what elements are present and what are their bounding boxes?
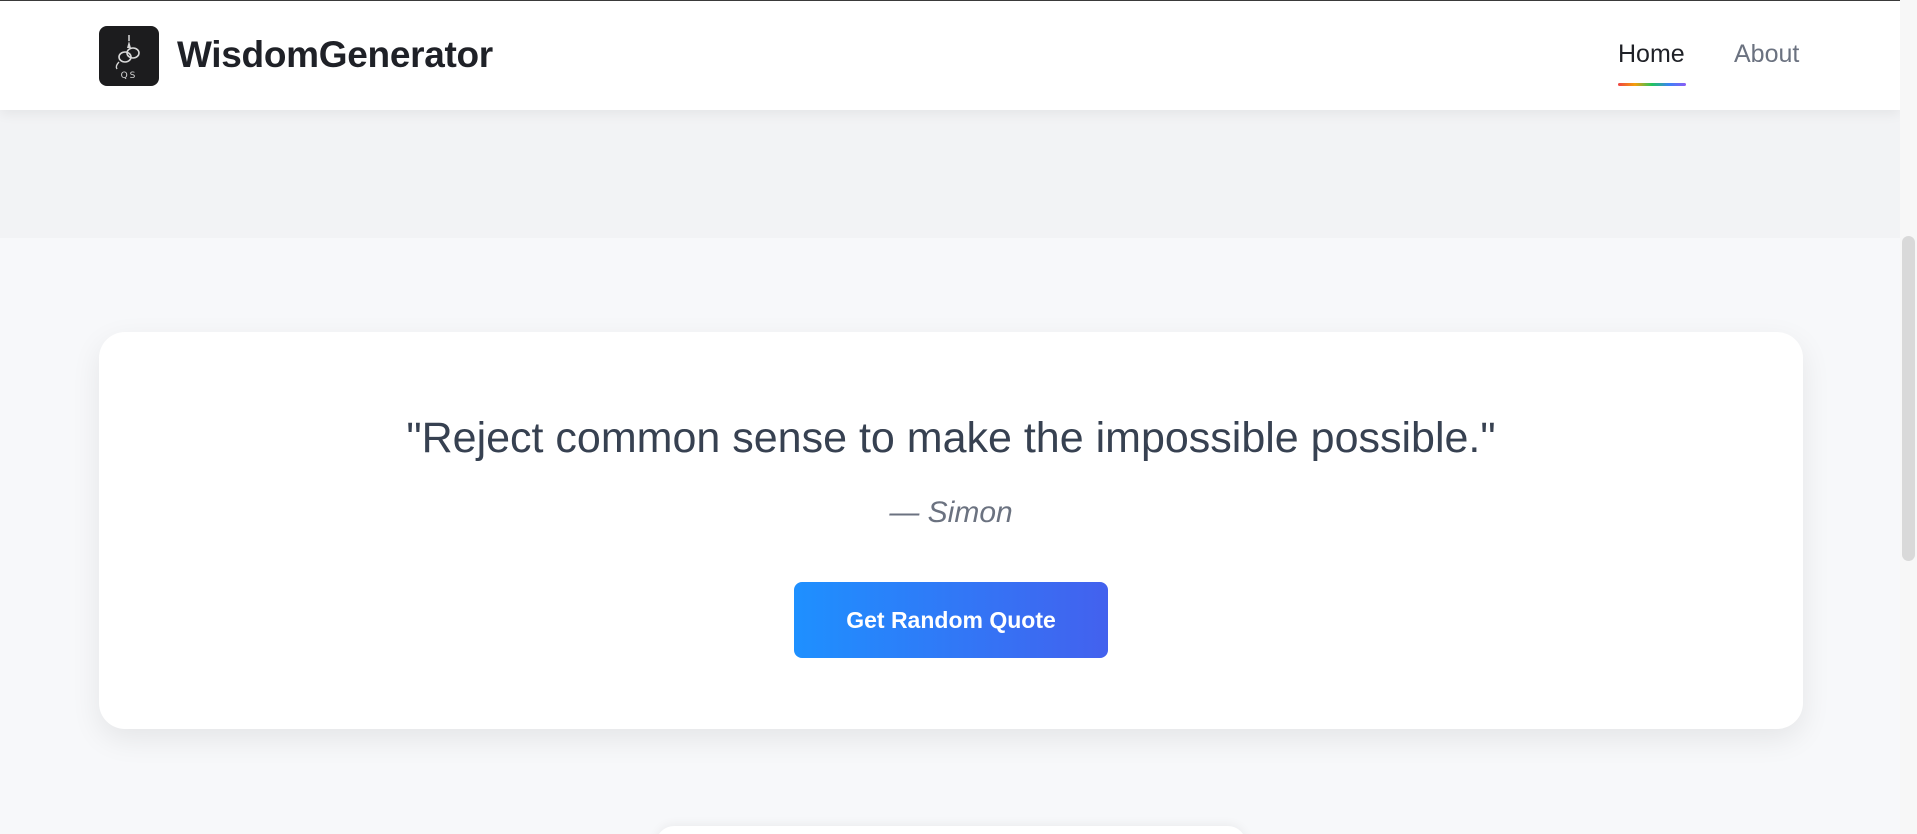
page-scrollbar[interactable] xyxy=(1900,0,1917,834)
quote-author: — Simon xyxy=(889,496,1013,529)
main-nav: Home About xyxy=(0,37,1900,87)
hero-band xyxy=(0,110,1900,238)
quote-card: "Reject common sense to make the impossi… xyxy=(99,332,1803,729)
scrollbar-thumb[interactable] xyxy=(1902,236,1915,561)
nav-about-label: About xyxy=(1734,40,1800,68)
get-random-quote-button[interactable]: Get Random Quote xyxy=(794,582,1108,658)
site-header: QS WisdomGenerator Home About xyxy=(0,1,1900,110)
nav-about-link[interactable]: About xyxy=(1734,37,1799,71)
nav-home-label: Home xyxy=(1618,40,1685,68)
window-top-border xyxy=(0,0,1917,1)
page: QS WisdomGenerator Home About "Reject co… xyxy=(0,0,1917,834)
quote-text: "Reject common sense to make the impossi… xyxy=(406,414,1496,462)
lower-card xyxy=(656,826,1246,834)
active-nav-indicator xyxy=(1618,83,1686,86)
nav-home-link[interactable]: Home xyxy=(1618,37,1686,86)
